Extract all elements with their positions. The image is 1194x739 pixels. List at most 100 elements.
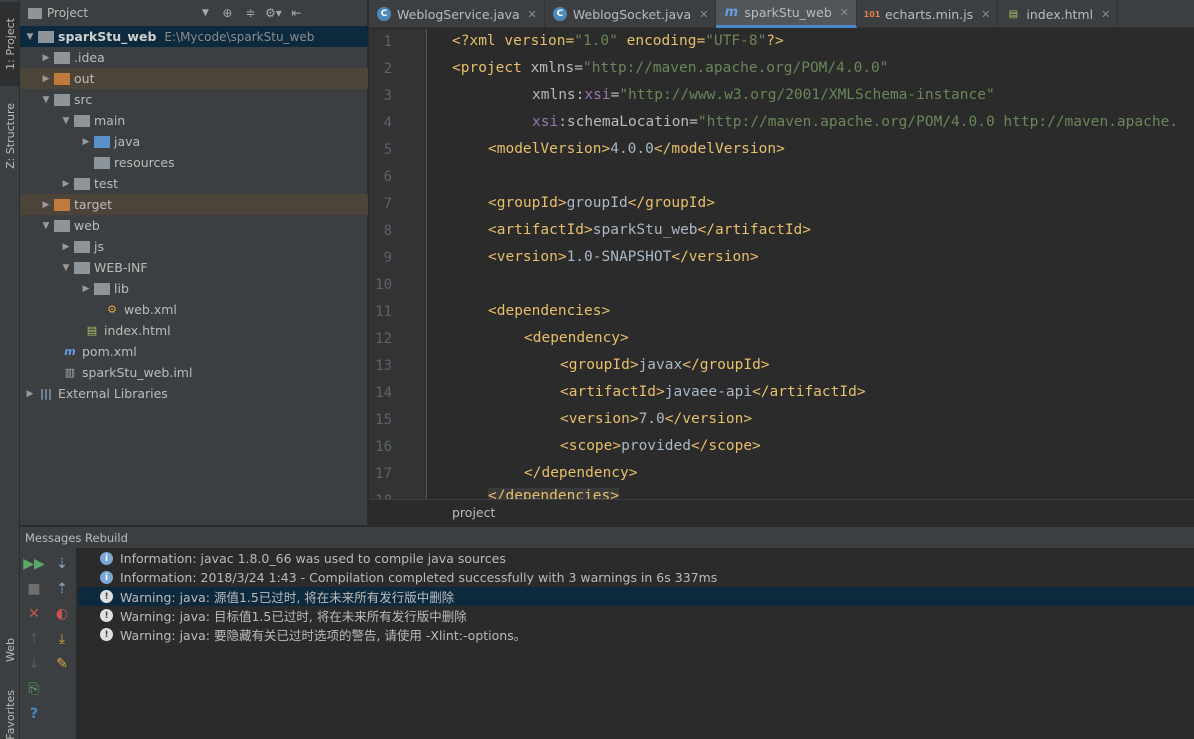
arrow-down-icon[interactable]: ↓	[24, 654, 44, 674]
module-file-icon: ▥	[64, 366, 76, 379]
tree-item-web[interactable]: ▼ web	[20, 215, 368, 236]
code-line-11: <dependencies>	[488, 303, 611, 319]
help-icon[interactable]: ?	[24, 704, 44, 724]
tree-item-idea[interactable]: ▶ .idea	[20, 47, 368, 68]
tree-item-lib[interactable]: ▶ lib	[20, 278, 368, 299]
tree-item-project-root[interactable]: ▼ sparkStu_web E:\Mycode\sparkStu_web	[20, 26, 368, 47]
project-panel: Project ▼ ⊕ ≑ ⚙▾ ⇤ ▼ sparkStu_web E:\Myc…	[20, 0, 368, 525]
chevron-right-icon[interactable]: ▶	[78, 284, 94, 294]
editor-gutter: 1 2 3 4 5 6 7 8 9 10 11 12 13 14 15 16 1…	[369, 29, 427, 499]
previous-message-icon[interactable]: ⇡	[52, 579, 72, 599]
chevron-down-icon[interactable]: ▼	[58, 116, 74, 126]
tree-item-web-xml[interactable]: ⚙ web.xml	[20, 299, 368, 320]
gear-icon[interactable]: ⚙▾	[265, 6, 282, 20]
project-root-path: E:\Mycode\sparkStu_web	[164, 29, 315, 44]
message-row[interactable]: i Information: javac 1.8.0_66 was used t…	[78, 549, 1194, 568]
chevron-down-icon[interactable]: ▼	[38, 95, 54, 105]
warning-icon: !	[100, 609, 113, 622]
close-icon[interactable]: ✕	[24, 604, 44, 624]
tab-echarts[interactable]: 101 echarts.min.js ✕	[857, 0, 999, 28]
tab-weblog-service[interactable]: C WeblogService.java ✕	[369, 0, 545, 28]
tree-item-external-libraries[interactable]: ▶ ||| External Libraries	[20, 383, 368, 404]
tree-item-test[interactable]: ▶ test	[20, 173, 368, 194]
code-line-14: <artifactId>javaee-api</artifactId>	[560, 384, 866, 400]
settings-tools-icon[interactable]: ✎	[52, 654, 72, 674]
tree-item-out[interactable]: ▶ out	[20, 68, 368, 89]
code-line-13: <groupId>javax</groupId>	[560, 357, 770, 373]
chevron-right-icon[interactable]: ▶	[38, 200, 54, 210]
warning-filter-icon[interactable]: ◐	[52, 604, 72, 624]
collapse-icon[interactable]: ≑	[242, 6, 259, 20]
tool-tab-favorites[interactable]: Favorites	[0, 690, 20, 739]
chevron-right-icon[interactable]: ▶	[38, 53, 54, 63]
message-row[interactable]: i Information: 2018/3/24 1:43 - Compilat…	[78, 568, 1194, 587]
export-icon[interactable]: ⤓	[52, 629, 72, 649]
rerun-icon[interactable]: ▶▶	[23, 554, 45, 574]
folder-icon	[74, 177, 90, 190]
tab-weblog-socket[interactable]: C WeblogSocket.java ✕	[545, 0, 717, 28]
tool-tab-web-label: Web	[3, 638, 17, 662]
chevron-right-icon[interactable]: ▶	[22, 389, 38, 399]
folder-icon	[28, 7, 42, 19]
warning-icon: !	[100, 628, 113, 641]
message-row[interactable]: ! Warning: java: 源值1.5已过时, 将在未来所有发行版中删除	[78, 587, 1194, 606]
folder-icon	[38, 30, 54, 43]
info-icon: i	[100, 552, 113, 565]
project-view-selector[interactable]: Project	[47, 6, 202, 20]
code-line-15: <version>7.0</version>	[560, 411, 753, 427]
breadcrumb-item[interactable]: project	[452, 505, 495, 520]
chevron-right-icon[interactable]: ▶	[58, 242, 74, 252]
message-row[interactable]: ! Warning: java: 要隐藏有关已过时选项的警告, 请使用 -Xli…	[78, 625, 1194, 644]
line-number: 8	[383, 223, 392, 239]
tree-item-main[interactable]: ▼ main	[20, 110, 368, 131]
tool-tab-project[interactable]: 1: Project	[0, 2, 20, 86]
messages-panel-header: Messages Rebuild	[20, 526, 1194, 548]
tree-item-js[interactable]: ▶ js	[20, 236, 368, 257]
chevron-right-icon[interactable]: ▶	[58, 179, 74, 189]
tree-item-iml[interactable]: ▥ sparkStu_web.iml	[20, 362, 368, 383]
line-number: 2	[383, 61, 392, 77]
close-icon[interactable]: ✕	[981, 8, 990, 21]
tree-item-java[interactable]: ▶ java	[20, 131, 368, 152]
code-line-18: </dependencies>	[488, 488, 619, 499]
tool-tab-structure[interactable]: Z: Structure	[0, 95, 20, 177]
breadcrumb[interactable]: project	[369, 499, 1194, 525]
code-line-12: <dependency>	[524, 330, 629, 346]
tree-item-web-inf[interactable]: ▼ WEB-INF	[20, 257, 368, 278]
close-icon[interactable]: ✕	[528, 8, 537, 21]
close-icon[interactable]: ✕	[840, 6, 849, 19]
folder-icon	[74, 114, 90, 127]
arrow-up-icon[interactable]: ↑	[24, 629, 44, 649]
chevron-down-icon[interactable]: ▼	[38, 221, 54, 231]
tab-label: WeblogService.java	[397, 6, 520, 22]
code-editor[interactable]: <?xml version="1.0" encoding="UTF-8"?> <…	[428, 29, 1194, 499]
chevron-down-icon[interactable]: ▼	[202, 8, 209, 18]
tree-item-label: sparkStu_web.iml	[82, 365, 193, 380]
maven-file-icon: m	[724, 5, 739, 20]
tab-index-html[interactable]: ▤ index.html ✕	[998, 0, 1119, 28]
tree-item-resources[interactable]: resources	[20, 152, 368, 173]
tree-item-target[interactable]: ▶ target	[20, 194, 368, 215]
locate-icon[interactable]: ⊕	[219, 6, 236, 20]
tree-item-pom-xml[interactable]: m pom.xml	[20, 341, 368, 362]
chevron-right-icon[interactable]: ▶	[78, 137, 94, 147]
close-icon[interactable]: ✕	[1101, 8, 1110, 21]
chevron-right-icon[interactable]: ▶	[38, 74, 54, 84]
export-to-text-icon[interactable]: ⎘	[24, 679, 44, 699]
chevron-down-icon[interactable]: ▼	[22, 32, 38, 42]
tree-item-index-html[interactable]: ▤ index.html	[20, 320, 368, 341]
tab-sparkstu-web[interactable]: m sparkStu_web ✕	[716, 0, 857, 28]
line-number: 3	[383, 88, 392, 104]
tree-item-src[interactable]: ▼ src	[20, 89, 368, 110]
hide-icon[interactable]: ⇤	[288, 6, 305, 20]
chevron-down-icon[interactable]: ▼	[58, 263, 74, 273]
tool-tab-web[interactable]: Web	[0, 625, 20, 675]
project-panel-header: Project ▼ ⊕ ≑ ⚙▾ ⇤	[20, 0, 367, 27]
message-text: Warning: java: 目标值1.5已过时, 将在未来所有发行版中删除	[120, 609, 467, 624]
warning-icon: !	[100, 590, 113, 603]
close-icon[interactable]: ✕	[699, 8, 708, 21]
message-text: Warning: java: 源值1.5已过时, 将在未来所有发行版中删除	[120, 590, 455, 605]
message-row[interactable]: ! Warning: java: 目标值1.5已过时, 将在未来所有发行版中删除	[78, 606, 1194, 625]
next-message-icon[interactable]: ⇣	[52, 554, 72, 574]
stop-icon[interactable]: ■	[24, 579, 44, 599]
